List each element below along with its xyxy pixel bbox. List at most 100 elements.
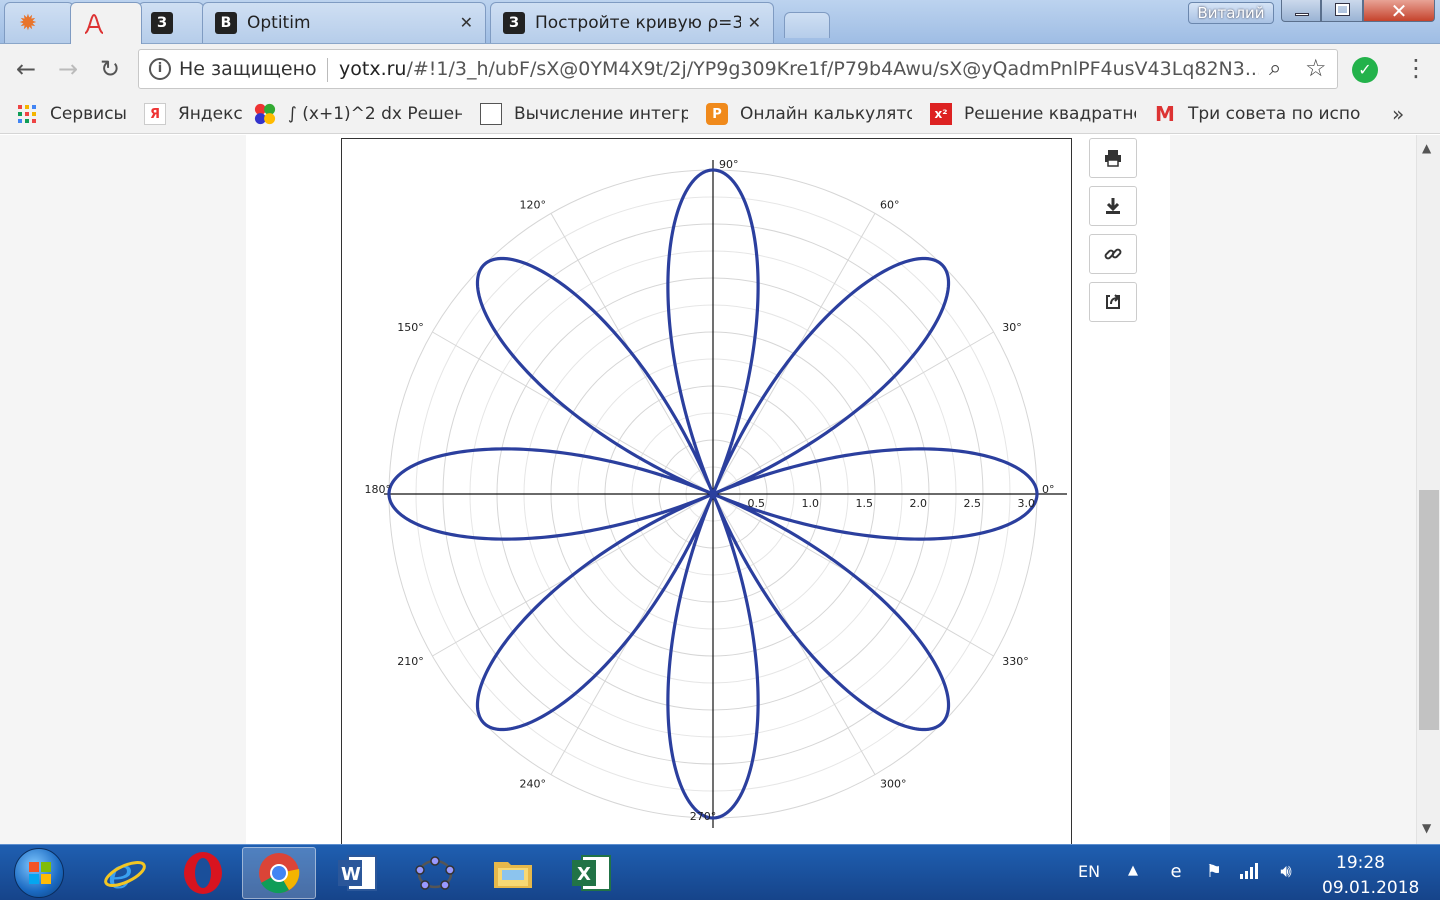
bookmark-integral[interactable]: ∫ (x+1)^2 dx Решени (254, 102, 462, 126)
word-icon: W (338, 855, 377, 891)
print-icon (1105, 150, 1121, 167)
language-indicator[interactable]: EN (1078, 862, 1100, 881)
divider (327, 58, 328, 82)
colors-icon (254, 103, 276, 125)
browser-toolbar: ← → ↻ i Не защищено yotx.ru/#!1/3_h/ubF/… (0, 44, 1440, 94)
e-tray-icon[interactable]: e (1164, 860, 1188, 884)
curve-icon (83, 13, 105, 35)
gmail-icon: M (1155, 102, 1175, 126)
bookmark-tips[interactable]: M Три совета по испол (1154, 102, 1360, 126)
taskbar-ie[interactable]: e (88, 847, 162, 899)
bookmark-services[interactable]: Сервисы (16, 102, 131, 126)
new-tab-button[interactable] (784, 12, 830, 38)
tray-expand-icon[interactable]: ▲ (1128, 863, 1138, 878)
volume-icon[interactable]: 🔊︎ (1274, 860, 1298, 884)
r-tick-label: 3.0 (1018, 497, 1036, 510)
star-icon[interactable]: ☆ (1305, 54, 1327, 82)
taskbar-opera[interactable] (166, 847, 240, 899)
bookmark-quadratic[interactable]: x² Решение квадратно (930, 102, 1136, 126)
r-tick-label: 2.0 (910, 497, 928, 510)
page-column: 0.5 1.0 1.5 2.0 2.5 3.0 0° 30° 60° 90° 120° 150° 180… (246, 135, 1170, 844)
taskbar-explorer[interactable] (476, 847, 550, 899)
scroll-thumb[interactable] (1419, 490, 1439, 730)
angle-tick-label: 300° (880, 777, 907, 790)
excel-icon: X (572, 855, 611, 891)
taskbar-excel[interactable]: X (554, 847, 628, 899)
page-content: 0.5 1.0 1.5 2.0 2.5 3.0 0° 30° 60° 90° 120° 150° 180… (0, 135, 1416, 844)
close-icon[interactable]: ✕ (748, 13, 761, 32)
print-button[interactable] (1089, 138, 1137, 178)
close-icon[interactable]: ✕ (460, 13, 473, 32)
bookmark-label: Онлайн калькулятор (740, 104, 912, 124)
page-icon (480, 103, 502, 125)
vertical-scrollbar[interactable]: ▲ ▼ (1416, 135, 1440, 844)
r-tick-label: 1.5 (856, 497, 874, 510)
download-icon (1106, 198, 1120, 214)
network-icon[interactable] (1238, 860, 1262, 884)
svg-text:X: X (577, 864, 591, 885)
clock-date[interactable]: 09.01.2018 (1322, 878, 1419, 898)
security-label: Не защищено (179, 58, 317, 80)
taskbar-geogebra[interactable] (398, 847, 472, 899)
check-extension-icon[interactable]: ✓ (1352, 57, 1378, 83)
clock-time[interactable]: 19:28 (1336, 853, 1385, 873)
tab-optitim[interactable]: B Optitim ✕ (202, 2, 486, 43)
svg-text:W: W (341, 864, 361, 885)
bookmark-online-calc[interactable]: P Онлайн калькулятор (706, 102, 912, 126)
scroll-up-icon[interactable]: ▲ (1422, 141, 1431, 155)
link-icon (1104, 248, 1122, 260)
opera-icon (184, 852, 222, 894)
taskbar-word[interactable]: W (320, 847, 394, 899)
download-button[interactable] (1089, 186, 1137, 226)
yandex-icon: Я (144, 103, 166, 125)
bookmark-label: Яндекс (178, 104, 243, 124)
url-host: yotx.ru (339, 58, 407, 80)
chart-frame: 0.5 1.0 1.5 2.0 2.5 3.0 0° 30° 60° 90° 120° 150° 180… (341, 138, 1072, 844)
r-tick-label: 0.5 (748, 497, 766, 510)
sun-icon: ✹ (18, 10, 38, 36)
forward-icon[interactable]: → (52, 54, 84, 86)
maximize-button[interactable] (1321, 0, 1363, 22)
scroll-down-icon[interactable]: ▼ (1422, 821, 1431, 835)
calc-icon: P (706, 103, 728, 125)
b-icon: B (215, 12, 237, 34)
taskbar-chrome[interactable] (242, 847, 316, 899)
tab-graph[interactable] (70, 2, 142, 44)
angle-tick-label: 150° (397, 321, 424, 334)
bookmark-integral-calc[interactable]: Вычисление интегра (480, 102, 688, 126)
tab-label: Постройте кривую ρ=3c (535, 13, 741, 33)
angle-tick-label: 330° (1002, 655, 1028, 668)
angle-tick-label: 120° (520, 199, 547, 212)
reload-icon[interactable]: ↻ (94, 54, 126, 86)
menu-icon[interactable]: ⋮ (1404, 54, 1428, 82)
user-badge[interactable]: Виталий (1188, 2, 1274, 24)
z-icon: З (503, 12, 525, 34)
share-button[interactable] (1089, 282, 1137, 322)
explorer-icon (494, 862, 532, 888)
bookmark-yandex[interactable]: Я Яндекс (144, 102, 244, 126)
angle-tick-label: 210° (397, 655, 424, 668)
x2-icon: x² (930, 103, 952, 125)
zoom-icon[interactable]: ⌕ (1269, 56, 1281, 81)
windows-icon (29, 862, 51, 884)
tab-rose[interactable]: З Постройте кривую ρ=3c ✕ (490, 2, 774, 43)
angle-tick-label: 240° (520, 777, 547, 790)
address-bar[interactable]: i Не защищено yotx.ru/#!1/3_h/ubF/sX@0YM… (138, 49, 1338, 89)
close-window-button[interactable]: ✕ (1363, 0, 1435, 22)
more-bookmarks-icon[interactable]: » (1392, 102, 1404, 126)
url-text[interactable]: yotx.ru/#!1/3_h/ubF/sX@0YM4X9t/2j/YP9g30… (339, 58, 1259, 80)
tick-labels: 0.5 1.0 1.5 2.0 2.5 3.0 0° 30° 60° 90° 120° 150° 180… (365, 158, 1055, 823)
link-button[interactable] (1089, 234, 1137, 274)
r-tick-label: 2.5 (964, 497, 982, 510)
minimize-button[interactable] (1281, 0, 1321, 22)
axes (384, 160, 1067, 828)
angle-tick-label: 30° (1002, 321, 1022, 334)
tab-label: Optitim (247, 13, 311, 33)
tab-z1[interactable]: З (138, 2, 204, 43)
tab-sun[interactable]: ✹ (4, 2, 74, 43)
start-button[interactable] (14, 848, 64, 898)
flag-icon[interactable]: ⚑ (1202, 860, 1226, 884)
back-icon[interactable]: ← (10, 54, 42, 86)
angle-tick-label: 60° (880, 199, 900, 212)
info-icon[interactable]: i (149, 58, 171, 80)
